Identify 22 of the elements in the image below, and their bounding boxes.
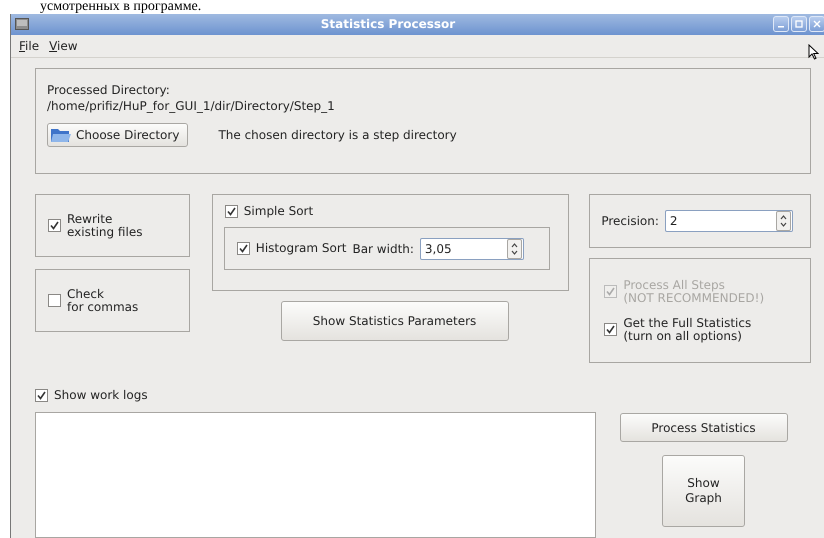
directory-label: Processed Directory: xyxy=(47,83,171,97)
checkbox-label: Check for commas xyxy=(67,288,138,314)
precision-label: Precision: xyxy=(601,214,659,228)
checkbox-label: Get the Full Statistics (turn on all options) xyxy=(623,316,752,342)
show-graph-button[interactable]: Show Graph xyxy=(662,455,745,527)
document-text: усмотренных в программе. xyxy=(39,0,202,14)
window-title: Statistics Processor xyxy=(320,17,456,32)
menu-item[interactable]: View xyxy=(49,38,78,53)
menu-item[interactable]: File xyxy=(19,38,40,53)
choose-directory-button[interactable]: Choose Directory xyxy=(47,123,188,147)
bar-width-label: Bar width: xyxy=(352,242,414,256)
directory-path: /home/prifiz/HuP_for_GUI_1/dir/Directory/Step_1 xyxy=(47,99,336,113)
directory-status: The chosen directory is a step directory xyxy=(218,128,457,142)
process-statistics-button[interactable]: Process Statistics xyxy=(620,413,788,442)
number-field[interactable]: 2 xyxy=(664,210,793,232)
checkbox-label: Process All Steps (NOT RECOMMENDED!) xyxy=(623,278,764,304)
number-field[interactable]: 3,05 xyxy=(420,238,524,260)
checkbox-label: Show work logs xyxy=(54,389,148,402)
checkbox-label: Rewrite existing files xyxy=(67,212,142,238)
checkbox-label: Simple Sort xyxy=(244,205,314,218)
checkbox-label: Histogram Sort xyxy=(256,242,346,255)
show-parameters-button[interactable]: Show Statistics Parameters xyxy=(280,301,509,341)
